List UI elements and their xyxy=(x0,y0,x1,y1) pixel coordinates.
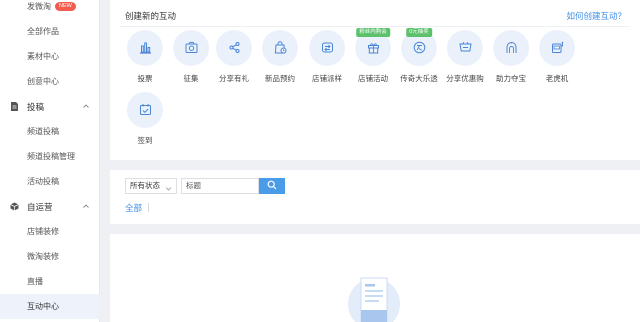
chevron-down-icon xyxy=(165,183,172,191)
filter-card: 所有状态 标题 全部 xyxy=(110,170,640,224)
tool-label: 投票 xyxy=(137,74,153,83)
tool-slot-machine[interactable]: 老虎机 xyxy=(535,30,579,86)
sidebar-group-self-operation[interactable]: 自运营 xyxy=(0,194,100,219)
content-list-card xyxy=(110,234,640,322)
tool-share-gift[interactable]: 分享有礼 xyxy=(212,30,256,86)
tool-label: 老虎机 xyxy=(545,74,569,83)
tool-label: 分享优惠购 xyxy=(446,74,484,83)
tool-label: 新品预约 xyxy=(265,74,295,83)
share-icon xyxy=(227,40,242,57)
tab-all[interactable]: 全部 xyxy=(125,202,142,214)
tool-label: 征集 xyxy=(183,74,199,83)
tool-vote[interactable]: 投票 xyxy=(123,30,167,86)
tool-label: 分享有礼 xyxy=(219,74,249,83)
treasure-icon xyxy=(504,40,519,57)
title-search-input[interactable]: 标题 xyxy=(181,178,259,194)
sidebar-item-channel-submit-manage[interactable]: 频道投稿管理 xyxy=(0,144,100,169)
sidebar-group-submission[interactable]: 投稿 xyxy=(0,94,100,119)
tool-check-in[interactable]: 签到 xyxy=(123,92,167,148)
sidebar-item-material-center[interactable]: 素材中心 xyxy=(0,44,100,69)
tool-label: 签到 xyxy=(137,136,153,145)
sidebar: 发微淘 NEW 全部作品 素材中心 创意中心 投稿 频道投稿 频道投稿管理 活动… xyxy=(0,0,100,322)
tool-new-product-reservation[interactable]: 新品预约 xyxy=(258,30,302,86)
tab-separator xyxy=(148,203,149,212)
sidebar-item-channel-submit[interactable]: 频道投稿 xyxy=(0,119,100,144)
sidebar-item-weitao-decoration[interactable]: 微淘装修 xyxy=(0,244,100,269)
tool-label: 传奇大乐透 xyxy=(400,74,438,83)
tool-assist-treasure[interactable]: 助力夺宝 xyxy=(489,30,533,86)
sidebar-item-label: 活动投稿 xyxy=(27,177,59,186)
sidebar-item-label: 频道投稿 xyxy=(27,127,59,136)
status-select[interactable]: 所有状态 xyxy=(125,178,177,194)
tool-shop-sample[interactable]: 店铺派样 xyxy=(305,30,349,86)
sidebar-group-label: 自运营 xyxy=(27,201,53,212)
sidebar-group-label: 投稿 xyxy=(27,101,45,112)
fans-purchase-tag: 粉丝内购会 xyxy=(356,28,390,37)
sidebar-item-label: 店铺装修 xyxy=(27,227,59,236)
sidebar-item-post-weitao[interactable]: 发微淘 NEW xyxy=(0,0,100,19)
create-interaction-card: 创建新的互动 如何创建互动？ 投票 征集 分享有礼 新品预约 店铺派样 粉丝内购… xyxy=(110,0,640,160)
sidebar-item-all-works[interactable]: 全部作品 xyxy=(0,19,100,44)
sidebar-item-label: 创意中心 xyxy=(27,77,59,86)
gift-icon xyxy=(366,40,381,57)
calendar-check-icon xyxy=(138,102,153,119)
sidebar-item-creative-center[interactable]: 创意中心 xyxy=(0,69,100,94)
slot-machine-icon xyxy=(550,40,565,57)
sidebar-item-label: 互动中心 xyxy=(27,302,59,311)
new-badge: NEW xyxy=(55,2,76,11)
document-icon xyxy=(10,102,19,111)
lottery-icon xyxy=(412,40,427,57)
tool-shop-activity[interactable]: 粉丝内购会 店铺活动 xyxy=(351,28,395,86)
chevron-up-icon xyxy=(82,202,90,210)
tool-label: 助力夺宝 xyxy=(496,74,526,83)
bag-clock-icon xyxy=(273,40,288,57)
camera-icon xyxy=(184,40,199,57)
chevron-up-icon xyxy=(82,102,90,110)
status-select-value: 所有状态 xyxy=(130,181,160,190)
tool-share-discount[interactable]: 分享优惠购 xyxy=(443,30,487,86)
divider xyxy=(120,26,630,27)
sidebar-item-label: 全部作品 xyxy=(27,27,59,36)
search-button[interactable] xyxy=(259,178,285,194)
empty-document-illustration xyxy=(348,270,400,322)
sidebar-item-shop-decoration[interactable]: 店铺装修 xyxy=(0,219,100,244)
sample-box-icon xyxy=(320,40,335,57)
sidebar-item-label: 微淘装修 xyxy=(27,252,59,261)
card-title: 创建新的互动 xyxy=(125,11,177,21)
tool-legend-lottery[interactable]: 0元抽奖 传奇大乐透 xyxy=(397,28,441,86)
sidebar-item-live[interactable]: 直播 xyxy=(0,269,100,294)
box-icon xyxy=(10,202,19,211)
zero-yuan-lottery-tag: 0元抽奖 xyxy=(406,28,432,37)
sidebar-item-label: 素材中心 xyxy=(27,52,59,61)
sidebar-item-label: 频道投稿管理 xyxy=(27,152,75,161)
sidebar-item-label: 直播 xyxy=(27,277,43,286)
cart-icon xyxy=(458,40,473,57)
tool-collect[interactable]: 征集 xyxy=(169,30,213,86)
search-icon xyxy=(267,180,277,192)
sidebar-item-label: 发微淘 xyxy=(27,2,51,11)
tool-label: 店铺活动 xyxy=(358,74,388,83)
title-placeholder: 标题 xyxy=(186,181,201,190)
sidebar-item-activity-submit[interactable]: 活动投稿 xyxy=(0,169,100,194)
sidebar-item-interaction-center[interactable]: 互动中心 xyxy=(0,294,100,319)
tool-label: 店铺派样 xyxy=(312,74,342,83)
help-link[interactable]: 如何创建互动？ xyxy=(566,10,626,22)
bar-chart-icon xyxy=(138,40,153,57)
